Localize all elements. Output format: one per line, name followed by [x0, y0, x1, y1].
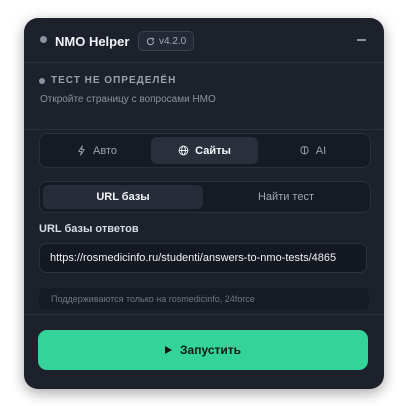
status-dot-icon: [40, 36, 47, 43]
app-title: NMO Helper: [55, 34, 130, 49]
url-field-label: URL базы ответов: [39, 223, 139, 235]
status-subtitle: Откройте страницу с вопросами НМО: [40, 94, 216, 105]
version-badge: v4.2.0: [138, 31, 195, 51]
source-tabs: URL базы Найти тест: [39, 181, 371, 213]
run-button[interactable]: Запустить: [38, 330, 368, 370]
panel-header: NMO Helper v4.2.0: [24, 18, 384, 63]
brain-icon: [300, 146, 309, 155]
status-title: ТЕСТ НЕ ОПРЕДЕЛЁН: [51, 75, 177, 86]
globe-icon: [178, 145, 189, 156]
tab-find-test[interactable]: Найти тест: [206, 185, 366, 209]
panel-footer: Запустить: [24, 314, 384, 389]
play-icon: [165, 346, 172, 354]
mode-tabs: Авто Сайты AI: [39, 133, 371, 168]
tab-sites[interactable]: Сайты: [151, 137, 258, 164]
tab-auto[interactable]: Авто: [43, 137, 150, 164]
version-label: v4.2.0: [159, 35, 187, 47]
tab-ai-label: AI: [315, 144, 327, 157]
minimize-icon[interactable]: [357, 39, 366, 41]
status-section: ТЕСТ НЕ ОПРЕДЕЛЁН Откройте страницу с во…: [24, 63, 384, 130]
tab-url-base[interactable]: URL базы: [43, 185, 203, 209]
status-indicator-icon: [39, 78, 45, 84]
url-input[interactable]: [39, 243, 367, 273]
refresh-icon: [146, 36, 155, 45]
support-hint: Поддерживаются только на rosmedicinfo, 2…: [39, 288, 369, 310]
tab-auto-label: Авто: [93, 144, 117, 157]
helper-panel: NMO Helper v4.2.0 ТЕСТ НЕ ОПРЕДЕЛЁН Откр…: [24, 18, 384, 389]
tab-sites-label: Сайты: [195, 144, 231, 157]
run-button-label: Запустить: [180, 343, 241, 357]
lightning-icon: [78, 145, 85, 156]
tab-ai[interactable]: AI: [259, 137, 366, 164]
